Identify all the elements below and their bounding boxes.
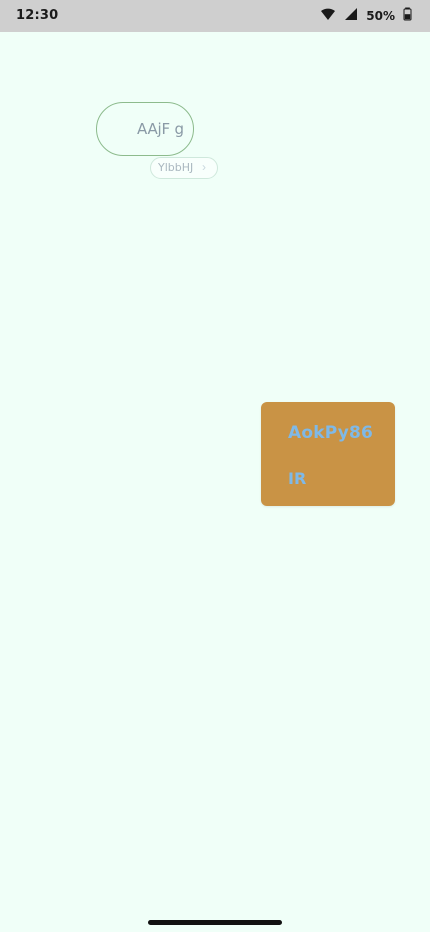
card-subtitle: IR xyxy=(288,469,307,488)
signal-icon xyxy=(344,7,358,25)
info-card[interactable] xyxy=(261,402,395,506)
status-bar: 12:30 50% xyxy=(0,0,430,32)
battery-percent: 50% xyxy=(366,9,395,23)
status-time: 12:30 xyxy=(16,8,59,23)
pill-label: AAjF g xyxy=(137,120,184,138)
card-title: AokPy86 xyxy=(288,423,374,443)
chip-label: YlbbHJ xyxy=(158,161,194,174)
home-indicator[interactable] xyxy=(148,920,282,925)
status-icons: 50% xyxy=(320,7,412,25)
battery-icon xyxy=(403,7,412,25)
chevron-right-icon: › xyxy=(202,160,206,174)
wifi-icon xyxy=(320,7,336,25)
